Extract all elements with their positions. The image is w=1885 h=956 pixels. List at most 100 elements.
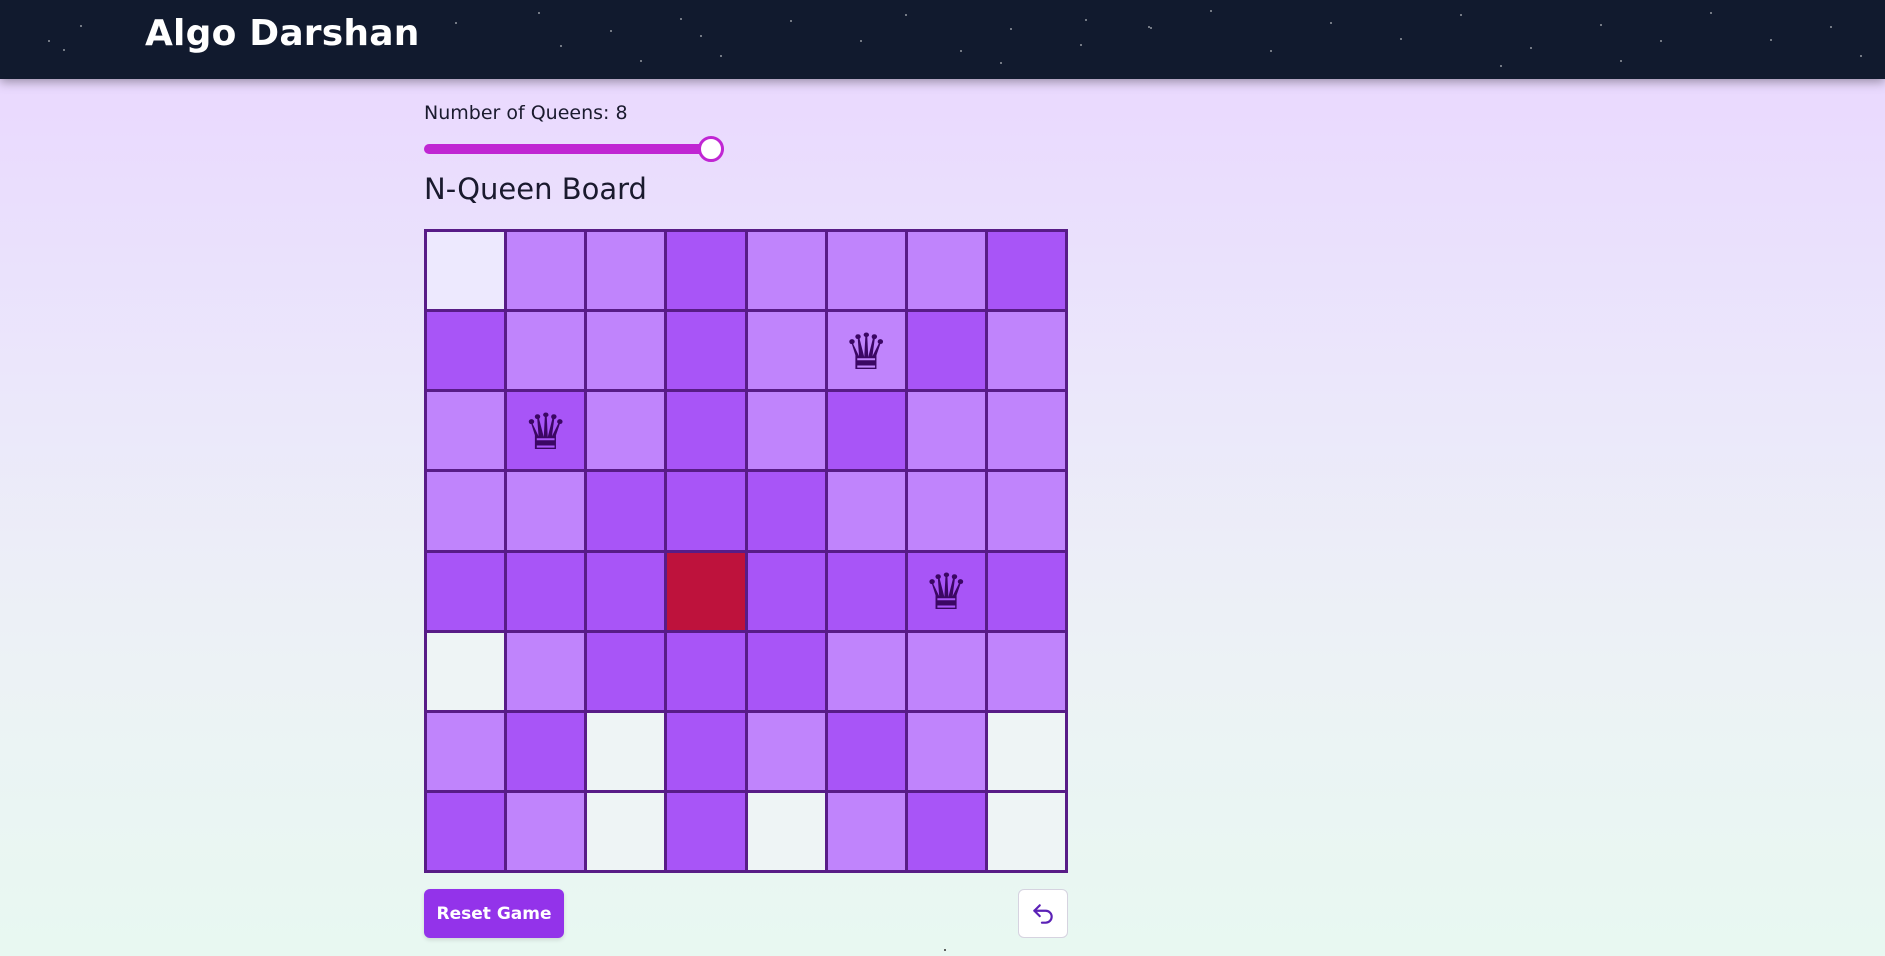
board-cell[interactable]: [987, 632, 1065, 710]
board-cell[interactable]: [747, 552, 825, 630]
queens-slider[interactable]: [424, 136, 724, 162]
board-cell[interactable]: [427, 712, 505, 790]
star: [1000, 62, 1002, 64]
star: [680, 18, 682, 20]
board-cell[interactable]: [827, 792, 905, 870]
app-header: Algo Darshan: [0, 0, 1885, 79]
board-cell[interactable]: [747, 392, 825, 470]
board-title: N-Queen Board: [424, 172, 647, 206]
board-cell[interactable]: [747, 232, 825, 310]
board-cell[interactable]: [987, 792, 1065, 870]
board-cell[interactable]: [507, 552, 585, 630]
board-cell[interactable]: [987, 552, 1065, 630]
board-cell[interactable]: ♛: [907, 552, 985, 630]
board-cell[interactable]: [587, 392, 665, 470]
board-cell[interactable]: [667, 312, 745, 390]
star: [860, 40, 862, 42]
star: [610, 30, 612, 32]
board-cell[interactable]: [507, 792, 585, 870]
board-cell[interactable]: [427, 312, 505, 390]
star: [700, 35, 702, 37]
board-cell[interactable]: [987, 232, 1065, 310]
star: [1330, 22, 1332, 24]
board-cell[interactable]: [427, 392, 505, 470]
board-cell[interactable]: [427, 232, 505, 310]
star: [905, 14, 907, 16]
chess-board: ♛ ♛ ♛: [424, 229, 1068, 873]
star: [560, 45, 562, 47]
board-cell[interactable]: [667, 712, 745, 790]
queen-icon: ♛: [923, 563, 969, 622]
board-cell[interactable]: [507, 472, 585, 550]
star: [1085, 19, 1087, 21]
undo-button[interactable]: [1018, 889, 1068, 938]
queen-icon: ♛: [523, 402, 569, 461]
board-cell[interactable]: [907, 472, 985, 550]
board-cell[interactable]: [827, 472, 905, 550]
star: [1270, 50, 1272, 52]
board-cell[interactable]: [827, 712, 905, 790]
board-cell[interactable]: [747, 792, 825, 870]
board-cell[interactable]: [747, 632, 825, 710]
board-cell[interactable]: ♛: [507, 392, 585, 470]
board-cell[interactable]: [507, 712, 585, 790]
board-cell[interactable]: [427, 472, 505, 550]
board-cell[interactable]: [827, 232, 905, 310]
board-cell[interactable]: [667, 792, 745, 870]
star: [1460, 14, 1462, 16]
board-cell[interactable]: ♛: [827, 312, 905, 390]
star: [1500, 65, 1502, 67]
board-cell[interactable]: [507, 232, 585, 310]
star: [1010, 28, 1012, 30]
board-cell[interactable]: [427, 552, 505, 630]
star: [538, 12, 540, 14]
board-cell[interactable]: [667, 472, 745, 550]
reset-game-button[interactable]: Reset Game: [424, 889, 564, 938]
board-cell[interactable]: [907, 712, 985, 790]
board-cell[interactable]: [587, 232, 665, 310]
star: [1770, 39, 1772, 41]
board-cell[interactable]: [987, 392, 1065, 470]
board-cell[interactable]: [827, 552, 905, 630]
star: [1860, 55, 1862, 57]
board-cell[interactable]: [587, 712, 665, 790]
star: [790, 20, 792, 22]
board-cell[interactable]: [907, 392, 985, 470]
star: [720, 55, 722, 57]
queens-count-label: Number of Queens: 8: [424, 102, 628, 124]
board-cell[interactable]: [667, 632, 745, 710]
star: [1660, 40, 1662, 42]
board-cell[interactable]: [587, 472, 665, 550]
board-cell[interactable]: [427, 792, 505, 870]
slider-thumb[interactable]: [698, 136, 724, 162]
board-cell[interactable]: [667, 552, 745, 630]
board-cell[interactable]: [587, 312, 665, 390]
board-cell[interactable]: [507, 632, 585, 710]
board-cell[interactable]: [987, 312, 1065, 390]
board-cell[interactable]: [987, 712, 1065, 790]
star: [1710, 12, 1712, 14]
board-cell[interactable]: [667, 392, 745, 470]
board-cell[interactable]: [587, 632, 665, 710]
board-cell[interactable]: [747, 312, 825, 390]
board-cell[interactable]: [907, 232, 985, 310]
board-cell[interactable]: [747, 712, 825, 790]
star: [1620, 60, 1622, 62]
queen-icon: ♛: [843, 322, 889, 381]
undo-icon: [1033, 903, 1053, 924]
brand-title[interactable]: Algo Darshan: [145, 13, 420, 54]
board-cell[interactable]: [667, 232, 745, 310]
board-cell[interactable]: [907, 792, 985, 870]
board-cell[interactable]: [987, 472, 1065, 550]
star: [640, 60, 642, 62]
board-cell[interactable]: [427, 632, 505, 710]
board-cell[interactable]: [747, 472, 825, 550]
board-cell[interactable]: [507, 312, 585, 390]
board-cell[interactable]: [907, 312, 985, 390]
board-cell[interactable]: [587, 552, 665, 630]
board-cell[interactable]: [587, 792, 665, 870]
board-cell[interactable]: [907, 632, 985, 710]
star: [1830, 26, 1832, 28]
board-cell[interactable]: [827, 632, 905, 710]
board-cell[interactable]: [827, 392, 905, 470]
